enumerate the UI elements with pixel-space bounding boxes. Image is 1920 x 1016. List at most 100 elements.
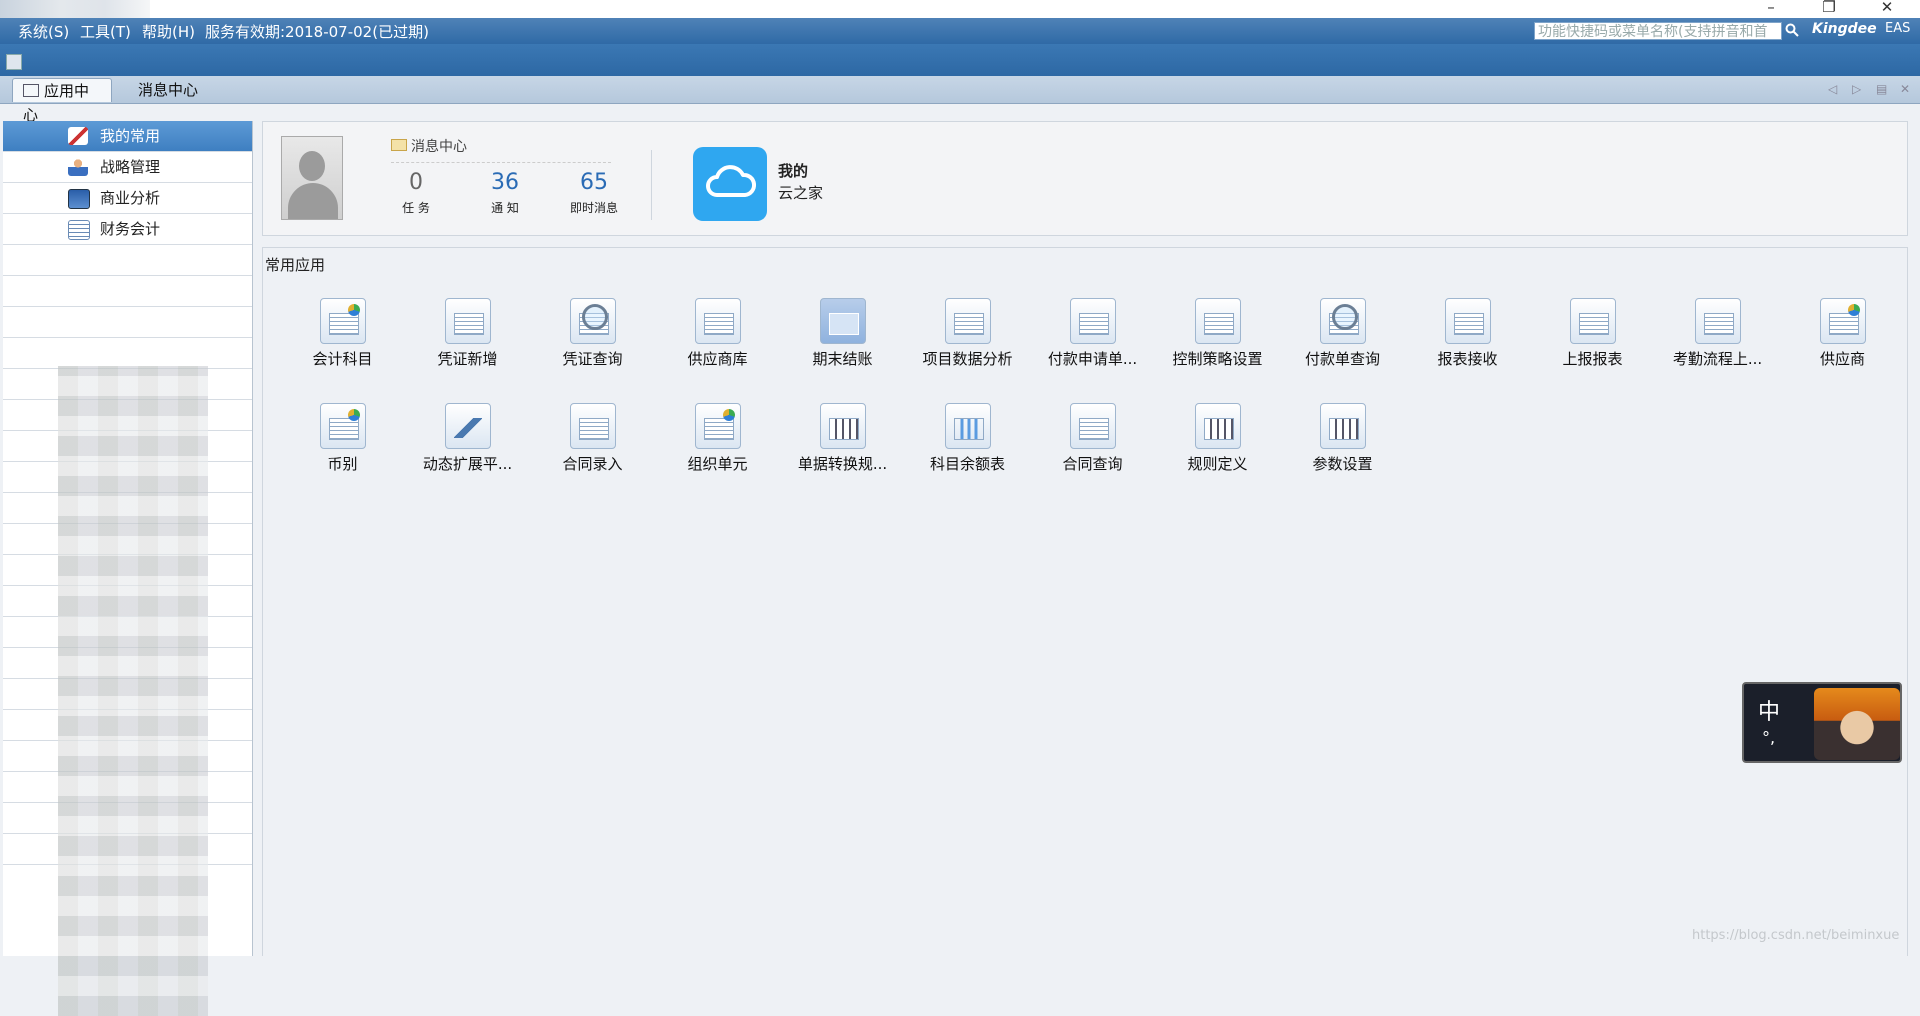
- stat-value: 0: [409, 170, 423, 195]
- restore-button[interactable]: ❐: [1814, 0, 1844, 18]
- chart-icon: [319, 298, 366, 344]
- tab-bar: 应用中心 消息中心 ◁ ▷ ▤ ✕: [0, 76, 1920, 124]
- app-item[interactable]: 参数设置: [1280, 403, 1405, 474]
- sidebar-item-strategy[interactable]: 战略管理: [3, 152, 252, 183]
- ledger-icon: [68, 220, 90, 240]
- app-item[interactable]: 期末结账: [780, 298, 905, 369]
- app-label: 合同查询: [1062, 455, 1123, 473]
- bar-chart-icon: [944, 403, 991, 449]
- sidebar: 我的常用 战略管理 商业分析 财务会计: [3, 121, 253, 1016]
- apps-header: 常用应用: [265, 256, 326, 274]
- app-item[interactable]: 供应商库: [655, 298, 780, 369]
- app-item[interactable]: 科目余额表: [905, 403, 1030, 474]
- app-label: 合同录入: [562, 455, 623, 473]
- tab-next-icon[interactable]: ▷: [1852, 82, 1861, 96]
- app-label: 项目数据分析: [922, 350, 1013, 368]
- form-icon: [694, 298, 741, 344]
- menu-tools[interactable]: 工具(T): [80, 21, 131, 42]
- tab-prev-icon[interactable]: ◁: [1828, 82, 1837, 96]
- app-item[interactable]: 合同查询: [1030, 403, 1155, 474]
- app-item[interactable]: 考勤流程上...: [1655, 298, 1780, 369]
- app-item[interactable]: 凭证查询: [530, 298, 655, 369]
- app-item[interactable]: 付款单查询: [1280, 298, 1405, 369]
- yunzhijia-label[interactable]: 我的 云之家: [778, 160, 823, 204]
- sidebar-item-label: 我的常用: [100, 127, 161, 145]
- app-label: 付款申请单...: [1047, 350, 1138, 368]
- tab-app-center[interactable]: 应用中心: [12, 78, 112, 124]
- app-item[interactable]: 控制策略设置: [1155, 298, 1280, 369]
- app-item[interactable]: 组织单元: [655, 403, 780, 474]
- magnifier-icon: [569, 298, 616, 344]
- form-icon: [444, 298, 491, 344]
- app-item[interactable]: 凭证新增: [405, 298, 530, 369]
- app-label: 期末结账: [812, 350, 873, 368]
- app-label: 供应商: [1819, 350, 1865, 368]
- app-item[interactable]: 会计科目: [280, 298, 405, 369]
- app-label: 凭证新增: [437, 350, 498, 368]
- app-item[interactable]: 项目数据分析: [905, 298, 1030, 369]
- watermark: https://blog.csdn.net/beiminxue: [1692, 928, 1900, 943]
- close-button[interactable]: ✕: [1872, 0, 1902, 18]
- stat-value: 36: [491, 170, 519, 195]
- app-item[interactable]: 币别: [280, 403, 405, 474]
- blurred-menu-region: [58, 366, 208, 1016]
- app-label: 考勤流程上...: [1672, 350, 1763, 368]
- stat-tasks[interactable]: 0 任 务: [381, 170, 451, 216]
- tab-message-center[interactable]: 消息中心: [128, 78, 220, 102]
- form-icon: [1569, 298, 1616, 344]
- list-item: [3, 245, 252, 276]
- message-center-title[interactable]: 消息中心: [391, 136, 467, 156]
- ime-skin-image: [1814, 688, 1900, 760]
- search-icon[interactable]: [1784, 22, 1800, 38]
- cloud-icon: [706, 165, 756, 197]
- edit-icon[interactable]: [6, 54, 22, 70]
- blue-square-icon: [819, 298, 866, 344]
- app-label: 凭证查询: [562, 350, 623, 368]
- app-item[interactable]: 合同录入: [530, 403, 655, 474]
- tab-list-icon[interactable]: ▤: [1876, 82, 1887, 96]
- app-label: 会计科目: [312, 350, 373, 368]
- app-item[interactable]: 报表接收: [1405, 298, 1530, 369]
- frequent-apps-panel: 常用应用 会计科目 凭证新增 凭证查询 供应商库 期末结账 项目数据分析 付款申请单... 控…: [262, 247, 1908, 956]
- app-label: 控制策略设置: [1172, 350, 1263, 368]
- ime-widget[interactable]: 中 °,: [1742, 682, 1902, 763]
- app-item[interactable]: 单据转换规...: [780, 403, 905, 474]
- form-icon: [1194, 298, 1241, 344]
- service-expiry-text: 服务有效期:2018-07-02(已过期): [205, 23, 429, 41]
- app-item[interactable]: 上报报表: [1530, 298, 1655, 369]
- stat-instant-messages[interactable]: 65 即时消息: [559, 170, 629, 216]
- stat-notifications[interactable]: 36 通 知: [470, 170, 540, 216]
- stat-label: 即时消息: [569, 201, 618, 215]
- menu-help[interactable]: 帮助(H): [142, 21, 195, 42]
- kingdee-logo: Kingdee: [1812, 21, 1877, 37]
- yunzhijia-button[interactable]: [693, 147, 767, 221]
- search-input[interactable]: 功能快捷码或菜单名称(支持拼音和首: [1534, 22, 1782, 40]
- stat-label: 通 知: [491, 201, 519, 215]
- form-icon: [1694, 298, 1741, 344]
- app-item[interactable]: 动态扩展平...: [405, 403, 530, 474]
- minimize-button[interactable]: –: [1756, 0, 1786, 18]
- app-label: 付款单查询: [1304, 350, 1380, 368]
- list-item: [3, 307, 252, 338]
- menu-system[interactable]: 系统(S): [18, 21, 69, 42]
- ime-mode-label: 中: [1758, 700, 1781, 725]
- form-icon: [1069, 403, 1116, 449]
- chart-icon: [319, 403, 366, 449]
- stat-label: 任 务: [402, 201, 430, 215]
- magnifier-icon: [1319, 298, 1366, 344]
- chart-icon: [694, 403, 741, 449]
- sidebar-item-label: 战略管理: [100, 158, 161, 176]
- app-item[interactable]: 规则定义: [1155, 403, 1280, 474]
- app-item[interactable]: 供应商: [1780, 298, 1905, 369]
- message-center-label: 消息中心: [411, 139, 467, 155]
- divider: [651, 150, 652, 220]
- app-title-blurred: [0, 0, 150, 18]
- sidebar-item-favorites[interactable]: 我的常用: [3, 121, 252, 152]
- menu-bar: 系统(S) 工具(T) 帮助(H) 服务有效期:2018-07-02(已过期) …: [0, 18, 1920, 44]
- tab-close-icon[interactable]: ✕: [1900, 82, 1910, 96]
- cloud-label-line1: 我的: [778, 162, 809, 180]
- avatar[interactable]: [281, 136, 343, 220]
- sidebar-item-business-analysis[interactable]: 商业分析: [3, 183, 252, 214]
- app-item[interactable]: 付款申请单...: [1030, 298, 1155, 369]
- sidebar-item-finance[interactable]: 财务会计: [3, 214, 252, 245]
